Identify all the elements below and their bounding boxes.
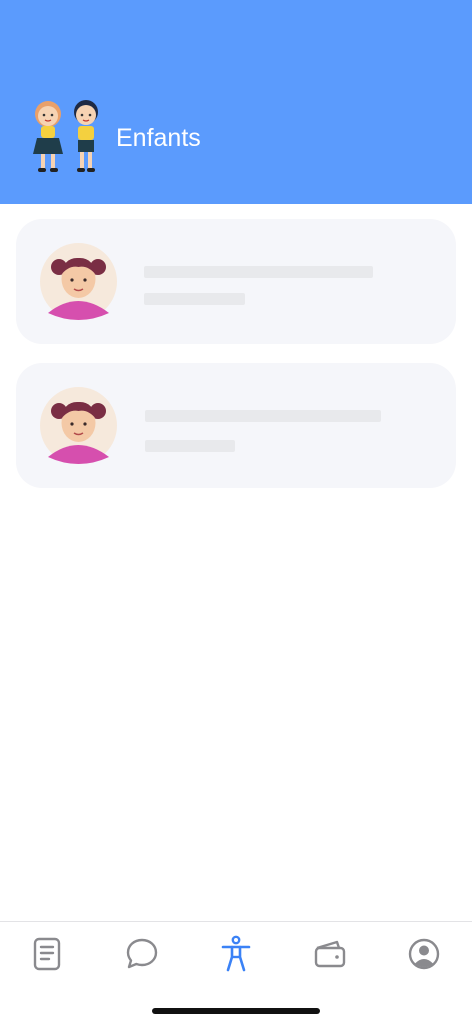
tab-messages[interactable] xyxy=(122,934,162,974)
child-name-placeholder xyxy=(145,410,381,422)
account-circle-icon xyxy=(408,938,440,970)
girl-avatar-icon xyxy=(40,387,117,464)
chat-bubble-icon xyxy=(126,938,158,969)
home-indicator[interactable] xyxy=(152,1008,320,1014)
wallet-icon xyxy=(314,940,346,968)
children-illustration-icon xyxy=(33,100,98,172)
child-detail-placeholder xyxy=(144,293,245,305)
header: Enfants xyxy=(0,0,472,204)
person-accessibility-icon xyxy=(221,935,251,972)
tab-wallet[interactable] xyxy=(310,934,350,974)
child-detail-placeholder xyxy=(145,440,235,452)
tab-profile[interactable] xyxy=(404,934,444,974)
child-card[interactable] xyxy=(16,363,456,488)
child-card[interactable] xyxy=(16,219,456,344)
document-icon xyxy=(33,937,61,971)
girl-avatar-icon xyxy=(40,243,117,320)
child-name-placeholder xyxy=(144,266,373,278)
tab-children[interactable] xyxy=(216,934,256,974)
page-title: Enfants xyxy=(116,124,201,152)
tab-documents[interactable] xyxy=(27,934,67,974)
